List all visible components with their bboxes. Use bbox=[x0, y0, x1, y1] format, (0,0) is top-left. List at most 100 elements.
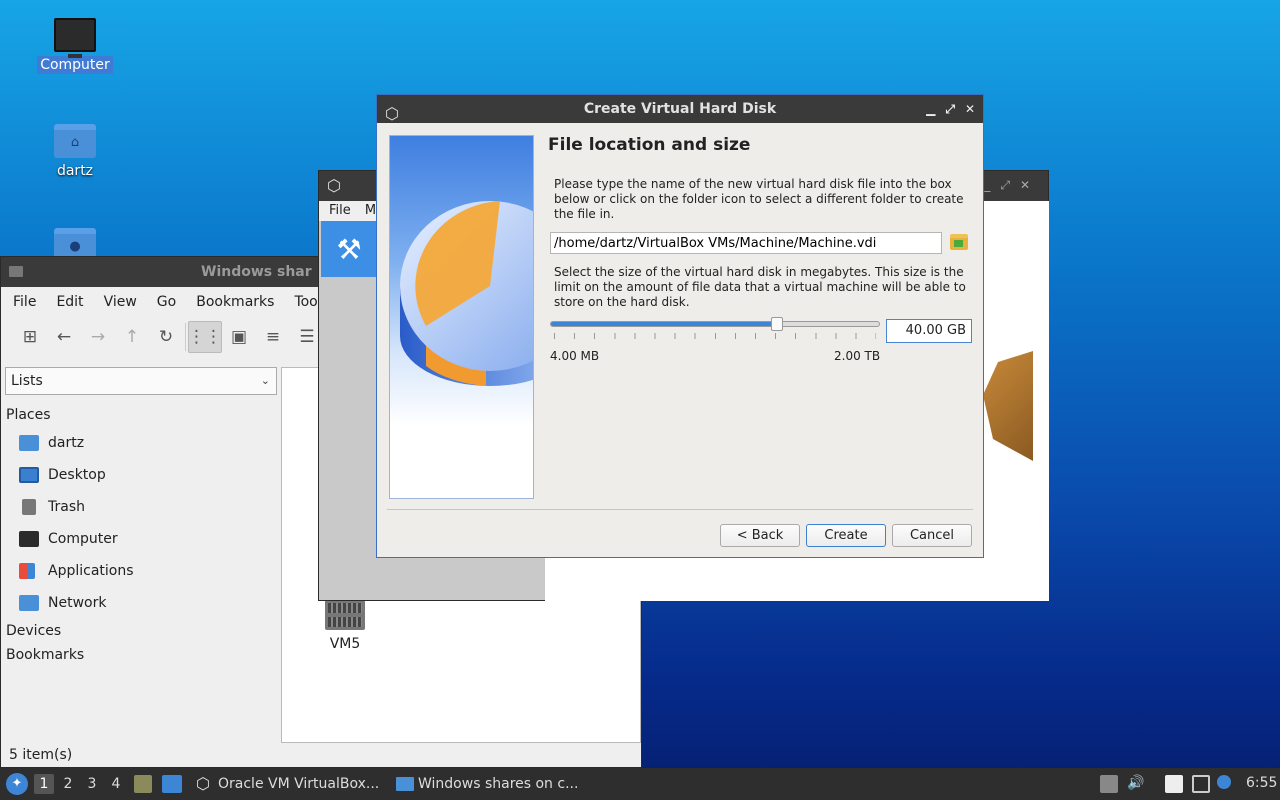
section-places: Places bbox=[6, 407, 51, 423]
menu-file[interactable]: File bbox=[329, 203, 351, 218]
task-label: Windows shares on c... bbox=[418, 776, 579, 792]
side-pane-select[interactable]: Lists ⌄ bbox=[5, 367, 277, 395]
places-item-trash[interactable]: Trash bbox=[1, 491, 279, 523]
dialog-heading: File location and size bbox=[548, 135, 751, 155]
home-folder-icon: ⌂ bbox=[54, 124, 96, 158]
slider-handle[interactable] bbox=[771, 317, 784, 331]
desktop-icon bbox=[19, 467, 39, 483]
computer-icon bbox=[54, 18, 96, 58]
chevron-down-icon: ⌄ bbox=[260, 374, 270, 387]
create-virtual-hard-disk-dialog: ⬡ Create Virtual Hard Disk ▁ ⤢ ✕ File lo… bbox=[376, 94, 984, 558]
close-icon[interactable]: ✕ bbox=[965, 95, 975, 123]
location-description: Please type the name of the new virtual … bbox=[554, 177, 964, 221]
places-item-label: Computer bbox=[48, 531, 118, 547]
disk-pie-icon bbox=[400, 201, 533, 386]
start-menu-icon[interactable]: ✦ bbox=[6, 773, 28, 795]
disk-size-input[interactable]: 40.00 GB bbox=[886, 319, 972, 343]
back-arrow-icon[interactable]: ← bbox=[47, 321, 81, 353]
network-tray-icon[interactable] bbox=[1192, 775, 1210, 793]
up-arrow-icon[interactable]: ↑ bbox=[115, 321, 149, 353]
file-item-label: VM5 bbox=[329, 636, 361, 652]
menu-tools[interactable]: Too bbox=[294, 294, 317, 310]
update-notifier-icon[interactable] bbox=[1100, 775, 1118, 793]
task-file-manager[interactable]: Windows shares on c... bbox=[394, 771, 578, 797]
volume-icon[interactable]: 🔊 bbox=[1127, 775, 1145, 793]
network-icon bbox=[19, 595, 39, 611]
hard-disk-illustration bbox=[389, 135, 534, 499]
section-devices[interactable]: Devices bbox=[1, 619, 279, 643]
menu-edit[interactable]: Edit bbox=[56, 294, 83, 310]
cancel-button[interactable]: Cancel bbox=[892, 524, 972, 547]
server-icon bbox=[325, 600, 365, 630]
file-item-vm5[interactable]: VM5 bbox=[322, 600, 368, 652]
icon-view-icon[interactable]: ⋮⋮ bbox=[188, 321, 222, 353]
maximize-icon[interactable]: ⤢ bbox=[945, 95, 955, 123]
size-description: Select the size of the virtual hard disk… bbox=[554, 265, 966, 309]
folder-icon bbox=[396, 777, 414, 791]
task-label: Oracle VM VirtualBox... bbox=[218, 776, 380, 792]
taskbar: ✦ 1 2 3 4 ⬡ Oracle VM VirtualBox... Wind… bbox=[0, 768, 1280, 800]
desktop-icon-label: Computer bbox=[37, 56, 113, 74]
dialog-titlebar[interactable]: ⬡ Create Virtual Hard Disk ▁ ⤢ ✕ bbox=[377, 95, 983, 123]
places-item-applications[interactable]: Applications bbox=[1, 555, 279, 587]
desktop-launcher-icon[interactable] bbox=[162, 775, 182, 793]
desktop-icon-dartz[interactable]: ⌂ dartz bbox=[35, 124, 115, 180]
workspace-1[interactable]: 1 bbox=[34, 774, 54, 794]
file-manager-launcher-icon[interactable] bbox=[134, 775, 152, 793]
slider-min-label: 4.00 MB bbox=[550, 349, 600, 363]
desktop-icon-computer[interactable]: Computer bbox=[35, 18, 115, 74]
places-item-label: Applications bbox=[48, 563, 134, 579]
places-item-network[interactable]: Network bbox=[1, 587, 279, 619]
tools-icon[interactable]: ⚒ bbox=[321, 221, 377, 277]
new-tab-icon[interactable]: ⊞ bbox=[13, 321, 47, 353]
notification-icon[interactable] bbox=[1217, 775, 1231, 789]
places-item-dartz[interactable]: dartz bbox=[1, 427, 279, 459]
toolbar-separator bbox=[185, 323, 186, 351]
workspace-3[interactable]: 3 bbox=[82, 774, 102, 794]
back-button[interactable]: < Back bbox=[720, 524, 800, 547]
applications-icon bbox=[19, 563, 35, 579]
compact-view-icon[interactable]: ≡ bbox=[256, 321, 290, 353]
places-item-label: dartz bbox=[48, 435, 85, 451]
side-pane-select-value: Lists bbox=[11, 373, 43, 389]
menu-file[interactable]: File bbox=[13, 294, 36, 310]
virtualbox-icon: ⬡ bbox=[385, 104, 399, 123]
places-pane: Places dartz Desktop Trash Computer Appl… bbox=[1, 403, 279, 667]
dialog-divider bbox=[387, 509, 973, 510]
trash-icon bbox=[22, 499, 36, 515]
places-item-computer[interactable]: Computer bbox=[1, 523, 279, 555]
slider-max-label: 2.00 TB bbox=[834, 349, 881, 363]
slider-fill bbox=[551, 322, 778, 326]
menu-machine[interactable]: M bbox=[365, 203, 376, 218]
home-folder-icon bbox=[19, 435, 39, 451]
slider-ticks bbox=[554, 333, 876, 339]
places-item-desktop[interactable]: Desktop bbox=[1, 459, 279, 491]
window-title: Windows shar bbox=[201, 264, 312, 280]
places-item-label: Trash bbox=[48, 499, 85, 515]
status-bar: 5 item(s) bbox=[9, 747, 73, 763]
reload-icon[interactable]: ↻ bbox=[149, 321, 183, 353]
file-location-input[interactable] bbox=[550, 232, 942, 254]
menu-view[interactable]: View bbox=[104, 294, 137, 310]
disk-size-slider[interactable] bbox=[550, 317, 880, 331]
workspace-2[interactable]: 2 bbox=[58, 774, 78, 794]
desktop-icon-label: dartz bbox=[56, 163, 94, 179]
folder-icon bbox=[9, 266, 23, 277]
section-bookmarks[interactable]: Bookmarks bbox=[1, 643, 279, 667]
places-item-label: Desktop bbox=[48, 467, 106, 483]
workspace-4[interactable]: 4 bbox=[106, 774, 126, 794]
task-virtualbox[interactable]: ⬡ Oracle VM VirtualBox... bbox=[194, 771, 379, 797]
clipboard-icon[interactable] bbox=[1165, 775, 1183, 793]
forward-arrow-icon[interactable]: → bbox=[81, 321, 115, 353]
create-button[interactable]: Create bbox=[806, 524, 886, 547]
thumbnail-view-icon[interactable]: ▣ bbox=[222, 321, 256, 353]
places-item-label: Network bbox=[48, 595, 107, 611]
choose-folder-icon[interactable] bbox=[950, 234, 968, 250]
virtualbox-icon: ⬡ bbox=[196, 774, 210, 793]
menu-go[interactable]: Go bbox=[157, 294, 176, 310]
clock: 6:55 bbox=[1246, 775, 1278, 791]
dialog-title: Create Virtual Hard Disk bbox=[583, 101, 777, 117]
menu-bookmarks[interactable]: Bookmarks bbox=[196, 294, 274, 310]
window-controls[interactable]: _⤢✕ bbox=[984, 178, 1040, 193]
minimize-icon[interactable]: ▁ bbox=[926, 95, 935, 123]
